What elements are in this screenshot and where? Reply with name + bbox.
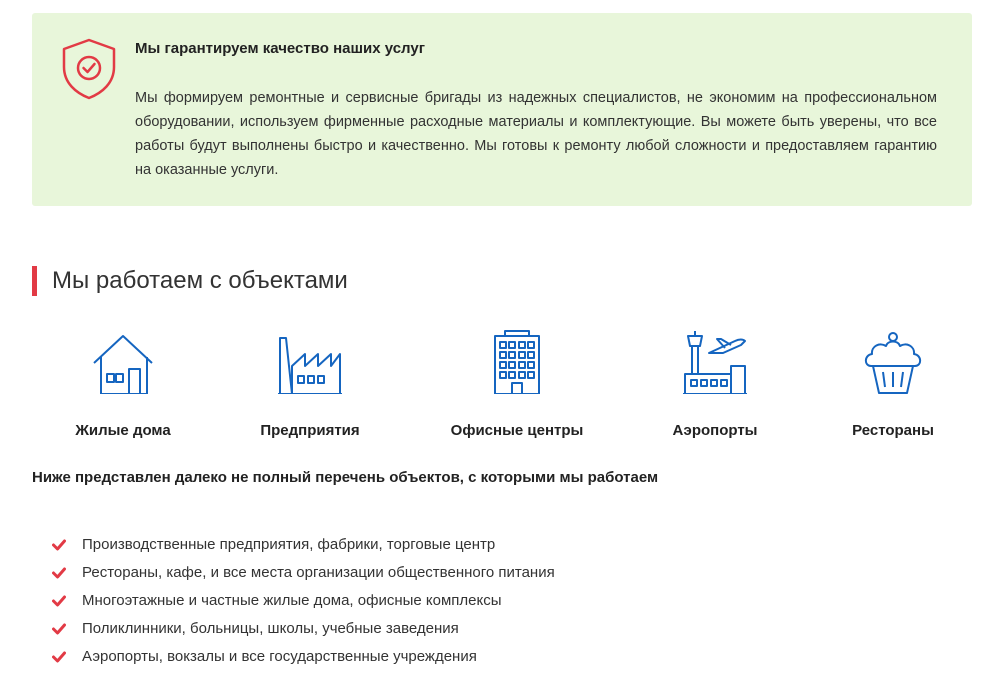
list-item-text: Производственные предприятия, фабрики, т… bbox=[82, 536, 496, 553]
list-item: Рестораны, кафе, и все места организации… bbox=[52, 561, 555, 589]
factory-icon bbox=[278, 337, 342, 394]
cupcake-icon bbox=[864, 332, 922, 394]
office-building-icon bbox=[494, 330, 540, 394]
object-offices: Офисные центры bbox=[442, 330, 592, 439]
check-icon bbox=[52, 595, 66, 607]
shield-check-icon bbox=[62, 38, 116, 100]
object-enterprises: Предприятия bbox=[250, 330, 370, 439]
airport-icon bbox=[683, 331, 747, 394]
list-item: Многоэтажные и частные жилые дома, офисн… bbox=[52, 589, 555, 617]
object-label: Жилые дома bbox=[75, 422, 171, 439]
object-residential: Жилые дома bbox=[62, 330, 184, 439]
list-item-text: Рестораны, кафе, и все места организации… bbox=[82, 564, 555, 581]
check-icon bbox=[52, 651, 66, 663]
object-restaurants: Рестораны bbox=[840, 330, 946, 439]
guarantee-text: Мы формируем ремонтные и сервисные брига… bbox=[135, 90, 937, 178]
object-label: Предприятия bbox=[260, 422, 360, 439]
check-icon bbox=[52, 567, 66, 579]
check-icon bbox=[52, 539, 66, 551]
guarantee-panel: Мы гарантируем качество наших услуг Мы ф… bbox=[32, 13, 972, 206]
list-item-text: Поликлинники, больницы, школы, учебные з… bbox=[82, 620, 459, 637]
object-airports: Аэропорты bbox=[662, 330, 768, 439]
objects-list: Производственные предприятия, фабрики, т… bbox=[52, 533, 555, 673]
list-intro: Ниже представлен далеко не полный перече… bbox=[32, 469, 659, 486]
object-label: Аэропорты bbox=[672, 422, 758, 439]
section-title: Мы работаем с объектами bbox=[32, 266, 348, 296]
house-icon bbox=[93, 335, 153, 394]
check-icon bbox=[52, 623, 66, 635]
list-item: Производственные предприятия, фабрики, т… bbox=[52, 533, 555, 561]
list-item: Аэропорты, вокзалы и все государственные… bbox=[52, 645, 555, 673]
list-item: Поликлинники, больницы, школы, учебные з… bbox=[52, 617, 555, 645]
list-item-text: Многоэтажные и частные жилые дома, офисн… bbox=[82, 592, 502, 609]
object-label: Офисные центры bbox=[450, 422, 584, 439]
guarantee-title: Мы гарантируем качество наших услуг bbox=[135, 40, 425, 57]
list-item-text: Аэропорты, вокзалы и все государственные… bbox=[82, 648, 477, 665]
objects-grid: Жилые дома Предприятия Офисные центры Аэ… bbox=[32, 330, 972, 450]
object-label: Рестораны bbox=[852, 422, 934, 439]
